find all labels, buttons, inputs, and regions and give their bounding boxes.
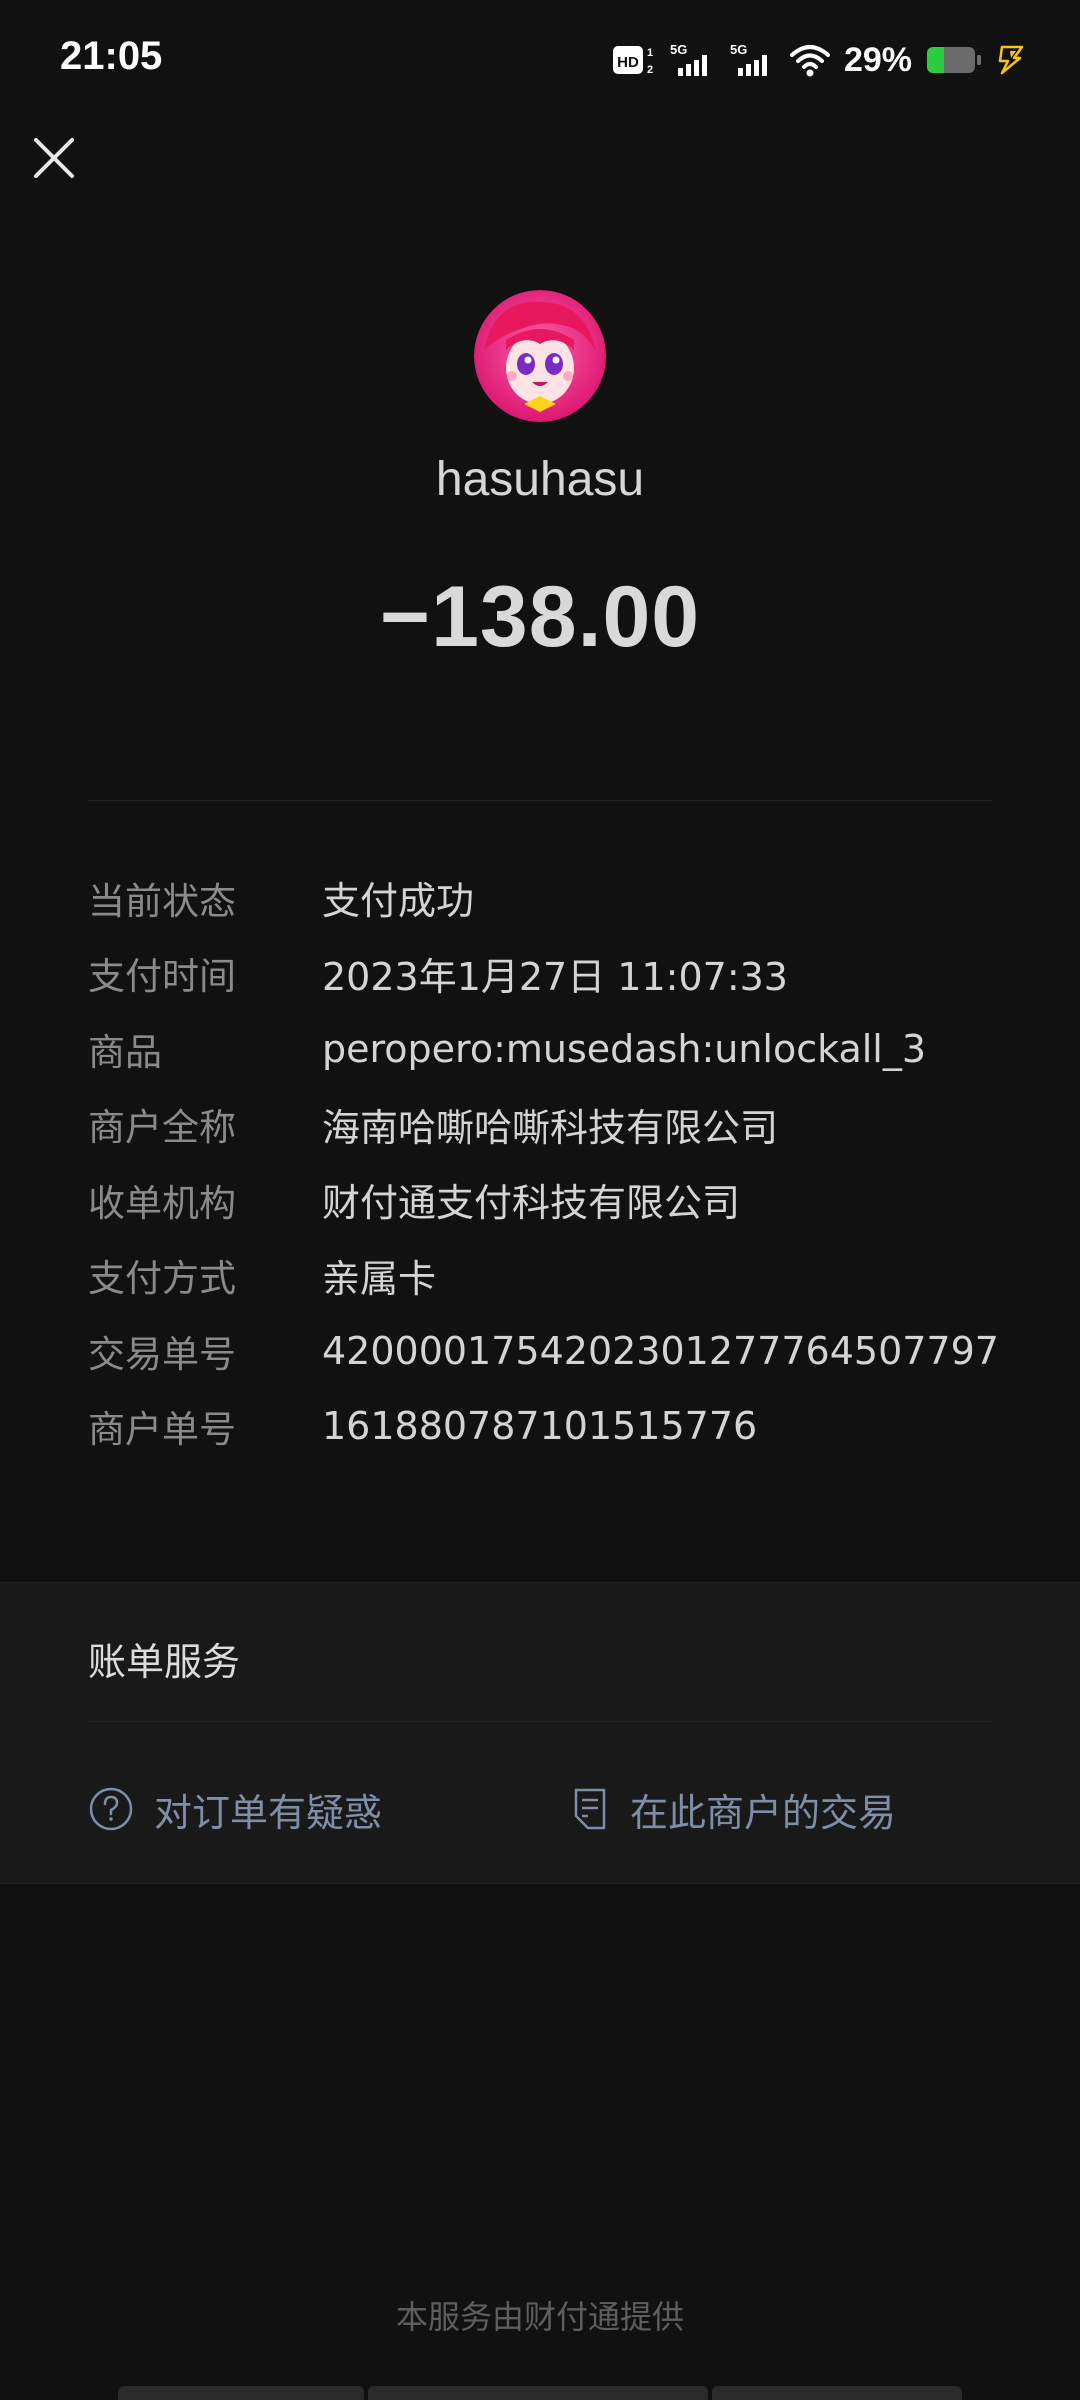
wifi-icon xyxy=(789,43,830,77)
bill-service-section: 账单服务 对订单有疑惑 在此商户的交易 xyxy=(0,1582,1080,1884)
detail-row-acquirer: 收单机构 财付通支付科技有限公司 xyxy=(88,1162,1008,1238)
detail-value: 4200001754202301277764507797 xyxy=(322,1328,999,1373)
detail-row-merchant-order-id: 商户单号 161880787101515776 xyxy=(88,1389,1008,1465)
close-button[interactable] xyxy=(26,130,82,186)
detail-row-status: 当前状态 支付成功 xyxy=(88,860,1008,936)
detail-value: 2023年1月27日 11:07:33 xyxy=(322,954,788,999)
detail-label: 支付方式 xyxy=(88,1257,236,1301)
detail-value: 海南哈嘶哈嘶科技有限公司 xyxy=(322,1105,779,1150)
merchant-transactions-link[interactable]: 在此商户的交易 xyxy=(570,1779,896,1839)
nav-pill xyxy=(118,2386,364,2400)
detail-row-transaction-id: 交易单号 4200001754202301277764507797 xyxy=(88,1313,1008,1389)
detail-value: 161880787101515776 xyxy=(322,1404,758,1449)
svg-text:2: 2 xyxy=(647,64,653,76)
document-icon xyxy=(574,1788,606,1830)
provider-footer: 本服务由财付通提供 xyxy=(395,2298,684,2336)
detail-row-merchant-full-name: 商户全称 海南哈嘶哈嘶科技有限公司 xyxy=(88,1087,1008,1163)
charging-icon xyxy=(996,45,1024,75)
payment-detail-screen: 21:05 HD 1 2 5G 5G 29% hasuhasu −138.00 … xyxy=(0,0,1080,2400)
order-question-link[interactable]: 对订单有疑惑 xyxy=(88,1779,382,1839)
signal-5g-icon: 5G xyxy=(670,42,716,78)
status-time: 21:05 xyxy=(60,34,163,78)
battery-icon xyxy=(926,45,982,75)
question-circle-icon xyxy=(89,1787,133,1831)
detail-row-product: 商品 peropero:musedash:unlockall_3 xyxy=(88,1011,1008,1087)
merchant-avatar xyxy=(474,290,606,422)
merchant-name: hasuhasu xyxy=(435,453,645,506)
signal-2-label: 5G xyxy=(730,42,747,57)
hd-label: HD xyxy=(617,54,639,71)
battery-percent: 29% xyxy=(843,40,912,79)
nav-pill xyxy=(368,2386,708,2400)
svg-text:1: 1 xyxy=(647,47,653,59)
detail-label: 商户单号 xyxy=(88,1408,236,1452)
detail-value: 财付通支付科技有限公司 xyxy=(322,1181,741,1226)
detail-label: 收单机构 xyxy=(88,1181,236,1225)
nav-pill xyxy=(712,2386,962,2400)
divider xyxy=(88,800,992,801)
detail-label: 商品 xyxy=(88,1030,162,1074)
detail-value: peropero:musedash:unlockall_3 xyxy=(322,1026,927,1071)
payment-amount: −138.00 xyxy=(379,569,701,665)
hd-icon: HD 1 2 xyxy=(612,43,656,77)
detail-value: 支付成功 xyxy=(322,879,475,924)
merchant-transactions-label: 在此商户的交易 xyxy=(630,1790,897,1835)
divider xyxy=(88,1721,992,1722)
transaction-details: 当前状态 支付成功 支付时间 2023年1月27日 11:07:33 商品 pe… xyxy=(88,860,1008,1464)
detail-value: 亲属卡 xyxy=(322,1256,437,1301)
bill-service-title: 账单服务 xyxy=(88,1640,241,1684)
status-bar: 21:05 HD 1 2 5G 5G 29% xyxy=(0,0,1080,120)
detail-label: 交易单号 xyxy=(88,1332,236,1376)
signal-5g-icon: 5G xyxy=(730,42,776,78)
detail-label: 商户全称 xyxy=(88,1106,236,1150)
detail-label: 当前状态 xyxy=(88,879,236,923)
detail-row-payment-time: 支付时间 2023年1月27日 11:07:33 xyxy=(88,936,1008,1012)
detail-label: 支付时间 xyxy=(88,955,236,999)
signal-1-label: 5G xyxy=(670,42,687,57)
status-icons: HD 1 2 5G 5G 29% xyxy=(612,40,1024,80)
detail-row-payment-method: 支付方式 亲属卡 xyxy=(88,1238,1008,1314)
close-icon xyxy=(34,138,74,178)
gesture-nav-bar xyxy=(118,2386,962,2400)
order-question-label: 对订单有疑惑 xyxy=(154,1790,383,1835)
